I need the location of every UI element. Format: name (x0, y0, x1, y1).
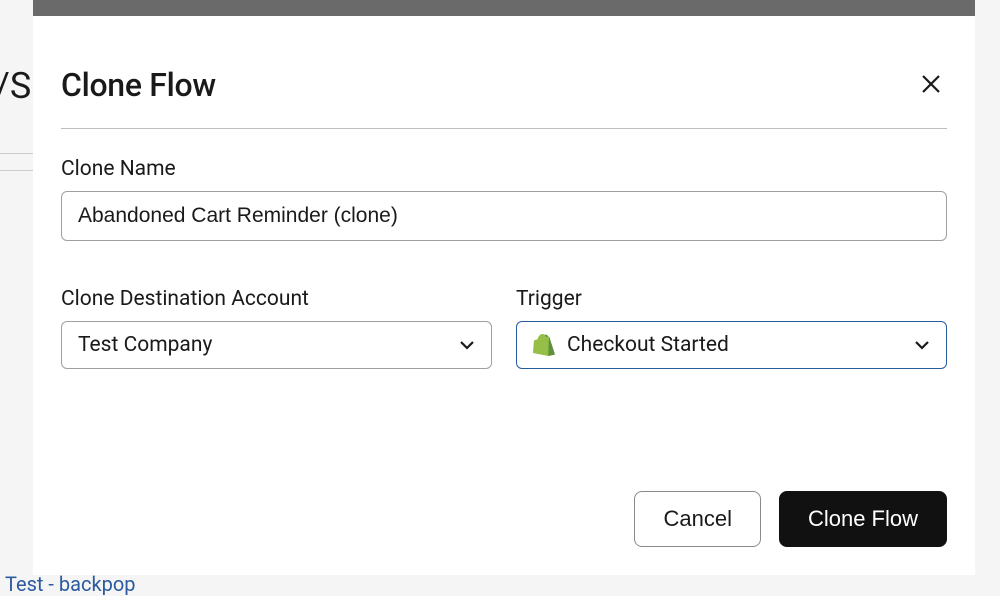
modal-header: Clone Flow (61, 66, 947, 104)
chevron-down-icon (457, 335, 477, 355)
trigger-label: Trigger (516, 287, 947, 311)
trigger-select[interactable]: Checkout Started (516, 321, 947, 369)
background-partial-heading: /S (0, 65, 31, 107)
background-right-panel (975, 0, 1000, 575)
clone-flow-modal: Clone Flow Clone Name Clone Destination … (33, 16, 975, 575)
clone-name-input[interactable] (61, 191, 947, 241)
selects-row: Clone Destination Account Test Company T… (61, 287, 947, 369)
clone-name-label: Clone Name (61, 157, 947, 181)
trigger-value: Checkout Started (567, 333, 729, 357)
modal-footer: Cancel Clone Flow (634, 491, 947, 547)
clone-name-field-group: Clone Name (61, 157, 947, 241)
destination-field-group: Clone Destination Account Test Company (61, 287, 492, 369)
close-button[interactable] (915, 69, 947, 101)
modal-backdrop: /S Test - backpop Clone Flow Clone Name (0, 0, 1000, 596)
background-link[interactable]: Test - backpop (5, 572, 135, 596)
close-icon (920, 73, 942, 98)
chevron-down-icon (912, 335, 932, 355)
destination-label: Clone Destination Account (61, 287, 492, 311)
background-bottom-panel: Test - backpop (0, 575, 1000, 596)
clone-flow-button[interactable]: Clone Flow (779, 491, 947, 547)
modal-title: Clone Flow (61, 66, 216, 104)
shopify-icon (533, 334, 555, 356)
divider (61, 128, 947, 129)
background-left-panel: /S (0, 0, 33, 596)
destination-select[interactable]: Test Company (61, 321, 492, 369)
cancel-button[interactable]: Cancel (634, 491, 760, 547)
trigger-field-group: Trigger Checkout Started (516, 287, 947, 369)
destination-value: Test Company (78, 333, 212, 357)
